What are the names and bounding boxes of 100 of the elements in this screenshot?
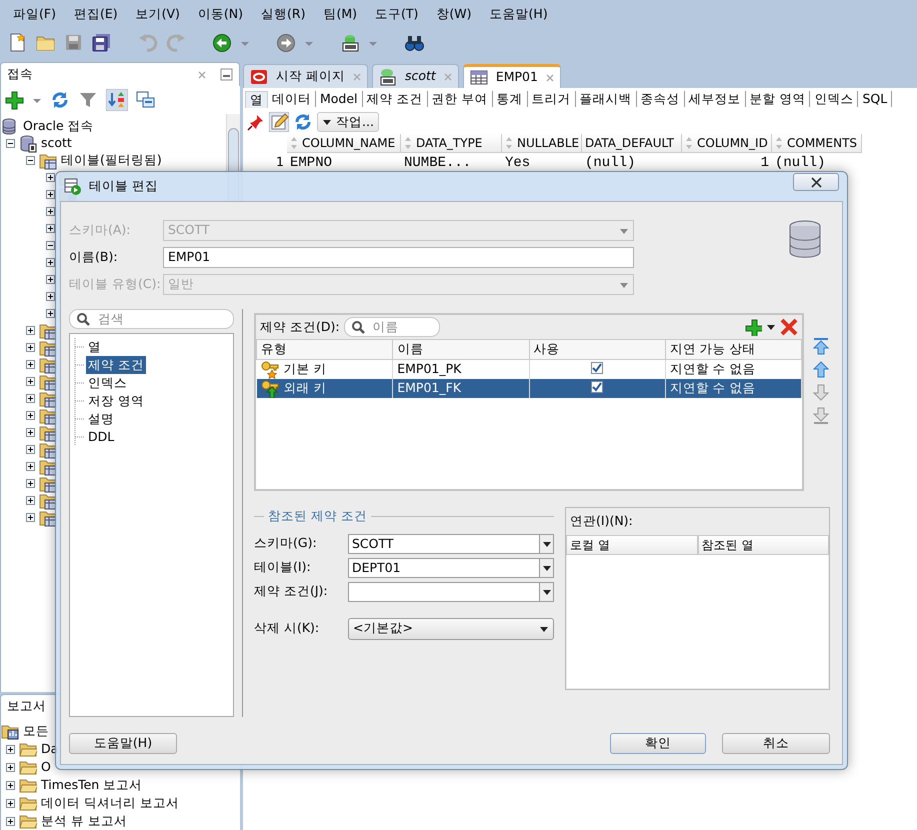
move-top-icon[interactable]: [812, 337, 830, 356]
expand-toggle-icon[interactable]: [26, 394, 35, 403]
editor-tab[interactable]: EMP01: [462, 64, 561, 88]
sub-tab[interactable]: 통계: [492, 91, 528, 107]
nav-item[interactable]: 저장 영역: [86, 392, 146, 410]
expand-toggle-icon[interactable]: [26, 411, 35, 420]
new-file-icon[interactable]: [8, 33, 28, 53]
expand-toggle-icon[interactable]: [46, 275, 55, 284]
tree-item[interactable]: TimesTen 보고서: [41, 776, 142, 794]
sub-tab[interactable]: SQL: [858, 91, 892, 107]
nav-item[interactable]: DDL: [86, 428, 116, 446]
sub-tab[interactable]: 제약 조건: [362, 91, 428, 107]
save-all-icon[interactable]: [92, 33, 112, 53]
expand-toggle-icon[interactable]: [6, 762, 15, 772]
collapse-toggle-icon[interactable]: [6, 139, 15, 148]
column-header[interactable]: DATA_DEFAULT: [582, 134, 682, 153]
expand-toggle-icon[interactable]: [46, 190, 55, 199]
sub-tab[interactable]: 트리거: [528, 91, 576, 107]
expand-toggle-icon[interactable]: [6, 816, 15, 826]
sub-tab[interactable]: 열: [245, 90, 268, 108]
expand-toggle-icon[interactable]: [46, 258, 55, 267]
tree-item[interactable]: Oracle 접속: [23, 117, 94, 136]
tree-item[interactable]: 데이터 딕셔너리 보고서: [41, 794, 179, 812]
nav-item[interactable]: 인덱스: [86, 374, 129, 392]
search-field[interactable]: 검색: [69, 309, 234, 329]
menu-item[interactable]: 이동(N): [188, 4, 252, 24]
tree-item[interactable]: 모든: [23, 722, 49, 740]
sub-tab[interactable]: 권한 부여: [428, 91, 492, 107]
checkbox[interactable]: [591, 380, 604, 393]
actions-button[interactable]: 작업...: [317, 112, 379, 132]
expand-toggle-icon[interactable]: [6, 798, 15, 808]
search-field[interactable]: 이름: [344, 317, 440, 337]
editor-tab[interactable]: scott: [372, 64, 459, 88]
sort-icon[interactable]: [106, 89, 128, 111]
editor-tab[interactable]: 시작 페이지: [243, 64, 368, 88]
pin-icon[interactable]: [247, 113, 265, 131]
expand-toggle-icon[interactable]: [26, 377, 35, 386]
expand-toggle-icon[interactable]: [6, 780, 15, 790]
expand-toggle-icon[interactable]: [26, 360, 35, 369]
expand-toggle-icon[interactable]: [46, 207, 55, 216]
tree-item[interactable]: O: [41, 758, 51, 776]
expand-toggle-icon[interactable]: [6, 744, 15, 754]
move-up-icon[interactable]: [812, 360, 830, 379]
refresh-icon[interactable]: [293, 112, 313, 132]
caret-icon[interactable]: [766, 323, 776, 331]
tree-item[interactable]: 분석 뷰 보고서: [41, 812, 127, 830]
cancel-button[interactable]: 취소: [722, 733, 830, 754]
column-header[interactable]: COLUMN_NAME: [287, 134, 401, 153]
menu-item[interactable]: 도구(T): [366, 4, 428, 24]
menu-item[interactable]: 팀(M): [314, 4, 366, 24]
expand-toggle-icon[interactable]: [26, 343, 35, 352]
sub-tab[interactable]: 세부정보: [684, 91, 746, 107]
expand-toggle-icon[interactable]: [26, 496, 35, 505]
expand-toggle-icon[interactable]: [46, 292, 55, 301]
input-field[interactable]: EMP01: [163, 247, 634, 268]
save-icon[interactable]: [64, 33, 84, 53]
menu-item[interactable]: 파일(F): [4, 4, 65, 24]
expand-toggle-icon[interactable]: [46, 309, 55, 318]
back-icon[interactable]: [212, 33, 232, 53]
column-header[interactable]: COLUMN_ID: [682, 134, 772, 153]
forward-icon[interactable]: [276, 33, 296, 53]
collapse-toggle-icon[interactable]: [26, 156, 35, 165]
sub-tab[interactable]: 플래시백: [576, 91, 636, 107]
nav-item[interactable]: 제약 조건: [86, 356, 146, 374]
expand-toggle-icon[interactable]: [26, 428, 35, 437]
expand-toggle-icon[interactable]: [46, 173, 55, 182]
dropdown[interactable]: <기본값>: [348, 618, 554, 640]
add-icon[interactable]: [745, 318, 762, 336]
tree-item[interactable]: 테이블(필터링됨): [61, 151, 162, 170]
checkbox[interactable]: [591, 362, 604, 374]
sub-tab[interactable]: 데이터: [268, 91, 316, 107]
expand-toggle-icon[interactable]: [26, 513, 35, 522]
binoculars-icon[interactable]: [404, 33, 424, 53]
expand-toggle-icon[interactable]: [26, 326, 35, 335]
menu-item[interactable]: 편집(E): [64, 4, 127, 24]
close-button[interactable]: [793, 173, 839, 191]
sub-tab[interactable]: 분할 영역: [746, 91, 810, 107]
minimize-icon[interactable]: [220, 68, 233, 81]
menu-item[interactable]: 창(W): [427, 4, 481, 24]
edit-icon[interactable]: [269, 112, 289, 132]
column-header[interactable]: COMMENTS: [772, 134, 862, 153]
collapse-all-icon[interactable]: [136, 90, 156, 110]
column-header[interactable]: DATA_TYPE: [401, 134, 502, 153]
help-button[interactable]: 도움말(H): [69, 733, 177, 754]
dropdown[interactable]: [348, 582, 554, 602]
expand-toggle-icon[interactable]: [26, 462, 35, 471]
menu-item[interactable]: 실행(R): [252, 4, 314, 24]
nav-item[interactable]: 열: [86, 338, 103, 356]
delete-icon[interactable]: [780, 318, 798, 336]
tree-item[interactable]: scott: [41, 134, 72, 153]
sub-tab[interactable]: 종속성: [636, 91, 684, 107]
sub-tab[interactable]: Model: [316, 91, 363, 107]
sub-tab[interactable]: 인덱스: [810, 91, 858, 107]
collapse-toggle-icon[interactable]: [46, 241, 55, 250]
menu-item[interactable]: 도움말(H): [480, 4, 557, 24]
expand-toggle-icon[interactable]: [46, 224, 55, 233]
add-icon[interactable]: [5, 90, 24, 110]
column-header[interactable]: NULLABLE: [502, 134, 582, 153]
refresh-icon[interactable]: [50, 90, 70, 110]
expand-toggle-icon[interactable]: [26, 479, 35, 488]
